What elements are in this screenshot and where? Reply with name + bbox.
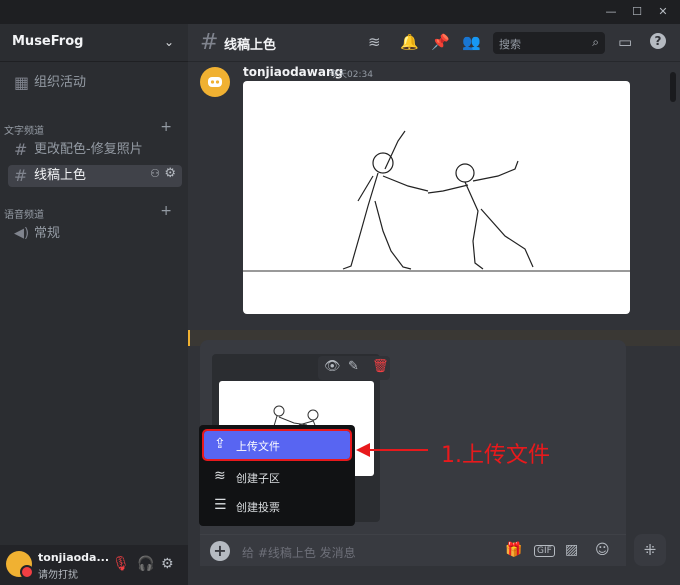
user-name: tonjiaoda... — [38, 551, 110, 564]
scrollbar-thumb[interactable] — [670, 72, 676, 102]
voice-channel-item[interactable]: ◀) 常规 — [8, 223, 182, 245]
category-label: 语音频道 — [4, 210, 44, 221]
category-text-channels[interactable]: 文字频道 — [4, 122, 44, 137]
user-settings-gear-icon[interactable]: ⚙ — [161, 556, 174, 572]
maximize-button[interactable]: ☐ — [627, 0, 647, 24]
search-placeholder: 搜索 — [499, 38, 521, 51]
menu-item-upload-file[interactable]: ⇪ 上传文件 — [202, 429, 352, 461]
avatar[interactable] — [6, 551, 34, 579]
hashtag-icon: # — [200, 30, 219, 55]
server-name: MuseFrog — [12, 34, 84, 49]
category-voice-channels[interactable]: 语音频道 — [4, 206, 44, 221]
trash-icon[interactable]: 🗑 — [372, 359, 389, 374]
menu-item-label: 上传文件 — [236, 440, 280, 453]
channel-sidebar: MuseFrog ⌄ ▦ 组织活动 文字频道 + # 更改配色-修复照片 # 线… — [0, 24, 188, 585]
category-label: 文字频道 — [4, 126, 44, 137]
user-panel: tonjiaoda... 请勿打扰 🎙 🎧 ⚙ — [0, 545, 188, 585]
line-art-drawing — [243, 130, 630, 272]
minimize-button[interactable]: — — [601, 0, 621, 24]
scrollbar[interactable] — [670, 72, 676, 332]
channel-header: # 线稿上色 ≋ 🔔 📌 👥 搜索 ⌕ ▭ ? — [188, 24, 680, 62]
channel-label: 更改配色-修复照片 — [34, 142, 143, 157]
headphones-icon[interactable]: 🎧 — [137, 556, 154, 572]
threads-icon[interactable]: ≋ — [368, 33, 381, 51]
user-status: 请勿打扰 — [38, 570, 78, 581]
speaker-icon: ◀) — [14, 226, 30, 241]
menu-item-label: 创建子区 — [236, 472, 280, 485]
hashtag-icon: # — [14, 166, 28, 185]
upload-plus-button[interactable]: + — [210, 541, 230, 561]
channel-item[interactable]: # 更改配色-修复照片 — [8, 139, 182, 161]
annotation-label: 1.上传文件 — [441, 443, 550, 468]
search-icon: ⌕ — [592, 35, 599, 49]
window-titlebar: — ☐ ✕ — [0, 0, 680, 24]
sticker-icon[interactable]: ▨ — [565, 542, 578, 558]
channel-label: 线稿上色 — [34, 168, 87, 183]
message-input-bar[interactable]: + 给 #线稿上色 发消息 🎁 GIF ▨ ☺ — [200, 534, 626, 566]
message-avatar[interactable] — [200, 67, 230, 97]
file-upload-icon: ⇪ — [214, 436, 226, 452]
close-button[interactable]: ✕ — [653, 0, 673, 24]
chevron-down-icon[interactable]: ⌄ — [164, 35, 174, 49]
inbox-icon[interactable]: ▭ — [618, 33, 632, 51]
attachment-toolbar: 👁 ✎ 🗑 — [318, 356, 390, 380]
apps-icon[interactable]: ⁜ — [634, 534, 666, 566]
mute-mic-icon[interactable]: 🎙 — [112, 556, 130, 572]
discord-logo-icon — [208, 77, 222, 87]
menu-item-create-poll[interactable]: ☰ 创建投票 — [204, 492, 350, 520]
gear-icon[interactable]: ⚙ — [164, 166, 176, 181]
upload-menu: ⇪ 上传文件 ≋ 创建子区 ☰ 创建投票 — [199, 425, 355, 526]
menu-item-label: 创建投票 — [236, 501, 280, 514]
server-header[interactable]: MuseFrog ⌄ — [0, 24, 188, 62]
gif-button[interactable]: GIF — [534, 545, 555, 557]
thread-icon: ≋ — [214, 468, 226, 484]
message-input[interactable]: 给 #线稿上色 发消息 — [242, 544, 356, 561]
pencil-icon[interactable]: ✎ — [348, 359, 359, 374]
emoji-icon[interactable]: ☺ — [595, 542, 610, 558]
annotation-arrow — [356, 443, 428, 457]
channel-title: 线稿上色 — [224, 38, 277, 53]
bell-icon[interactable]: 🔔 — [400, 33, 419, 51]
add-channel-icon[interactable]: + — [160, 203, 172, 219]
hashtag-icon: # — [14, 140, 28, 159]
message-timestamp: 今天02:34 — [329, 70, 373, 80]
pin-icon[interactable]: 📌 — [431, 33, 450, 51]
sidebar-item-events[interactable]: ▦ 组织活动 — [8, 72, 182, 94]
channel-item-active[interactable]: # 线稿上色 ⚇ ⚙ — [8, 165, 182, 187]
message-image-attachment[interactable] — [243, 81, 630, 314]
help-icon[interactable]: ? — [650, 33, 666, 49]
channel-label: 常规 — [34, 226, 61, 241]
eye-icon[interactable]: 👁 — [324, 359, 341, 374]
member-list-icon[interactable]: 👥 — [462, 33, 481, 51]
gift-icon[interactable]: 🎁 — [505, 542, 522, 558]
search-input[interactable]: 搜索 ⌕ — [493, 32, 605, 54]
invite-icon[interactable]: ⚇ — [150, 167, 160, 180]
add-channel-icon[interactable]: + — [160, 119, 172, 135]
sidebar-item-label: 组织活动 — [34, 75, 87, 90]
menu-item-create-thread[interactable]: ≋ 创建子区 — [204, 463, 350, 491]
calendar-icon: ▦ — [14, 73, 30, 92]
poll-icon: ☰ — [214, 497, 227, 513]
